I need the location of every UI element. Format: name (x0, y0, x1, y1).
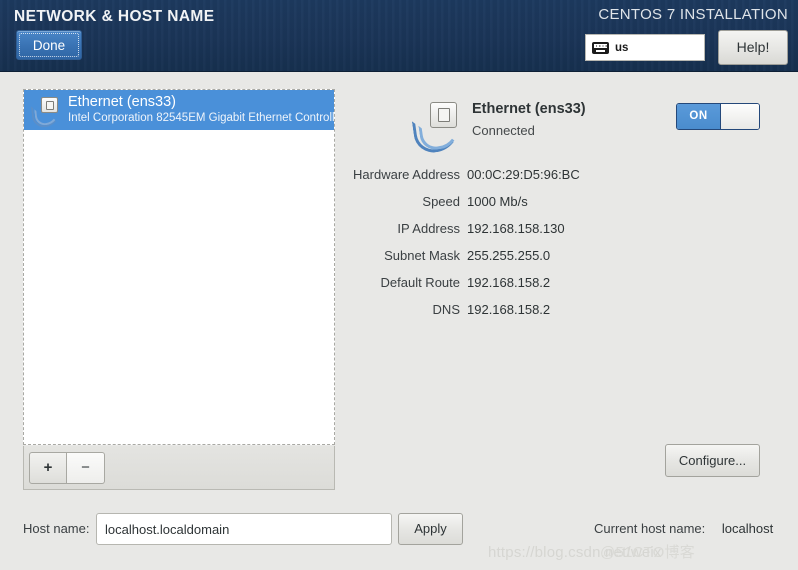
ethernet-icon (411, 102, 464, 156)
current-hostname-label: Current host name: (594, 521, 706, 536)
detail-label: Hardware Address (353, 167, 460, 182)
watermark: https://blog.csdn.net/weix @51CTO博客 (488, 541, 695, 562)
detail-label: Speed (422, 194, 460, 209)
done-button-label: Done (32, 38, 66, 53)
toggle-knob (720, 104, 759, 129)
keyboard-icon (592, 41, 609, 54)
help-button[interactable]: Help! (718, 30, 788, 65)
detail-label: IP Address (397, 221, 460, 236)
detail-label: DNS (432, 302, 460, 317)
watermark-secondary: @51CTO博客 (600, 544, 695, 561)
list-item-description: Intel Corporation 82545EM Gigabit Ethern… (68, 112, 334, 124)
detail-value: 00:0C:29:D5:96:BC (467, 167, 580, 182)
help-button-label: Help! (736, 39, 770, 55)
detail-value: 192.168.158.2 (467, 275, 551, 290)
table-row: Speed 1000 Mb/s (350, 188, 680, 215)
configure-button[interactable]: Configure... (665, 444, 760, 477)
detail-value: 192.168.158.2 (467, 302, 551, 317)
table-row: Default Route 192.168.158.2 (350, 269, 680, 296)
app-header: NETWORK & HOST NAME CENTOS 7 INSTALLATIO… (0, 0, 798, 72)
hostname-label: Host name: (23, 521, 90, 536)
configure-button-label: Configure... (678, 453, 747, 468)
list-item-name: Ethernet (ens33) (68, 94, 177, 110)
toggle-on-label: ON (677, 104, 720, 129)
add-device-button[interactable]: + (29, 451, 67, 484)
apply-button-label: Apply (414, 521, 447, 536)
detail-value: 192.168.158.130 (467, 221, 565, 236)
detail-label: Subnet Mask (384, 248, 460, 263)
table-row: DNS 192.168.158.2 (350, 296, 680, 323)
watermark-primary: https://blog.csdn.net/weix (488, 544, 662, 561)
device-power-toggle[interactable]: ON (676, 103, 760, 130)
ethernet-icon (30, 96, 62, 129)
hostname-input[interactable] (96, 513, 392, 545)
current-hostname-value: localhost (721, 521, 774, 536)
table-row: Subnet Mask 255.255.255.0 (350, 242, 680, 269)
table-row: Hardware Address 00:0C:29:D5:96:BC (350, 161, 680, 188)
detail-value: 255.255.255.0 (467, 248, 551, 263)
current-hostname: Current host name: localhost (594, 521, 773, 536)
device-status: Connected (472, 123, 535, 138)
done-button[interactable]: Done (16, 30, 82, 60)
apply-button[interactable]: Apply (398, 513, 463, 545)
detail-value: 1000 Mb/s (467, 194, 528, 209)
network-device-list[interactable]: Ethernet (ens33) Intel Corporation 82545… (23, 89, 335, 445)
device-details-table: Hardware Address 00:0C:29:D5:96:BC Speed… (350, 161, 680, 323)
remove-device-button[interactable]: − (67, 451, 105, 484)
keyboard-layout-label: us (615, 41, 629, 54)
page-title: NETWORK & HOST NAME (14, 8, 215, 25)
device-name: Ethernet (ens33) (472, 101, 586, 117)
list-item[interactable]: Ethernet (ens33) Intel Corporation 82545… (24, 90, 334, 130)
table-row: IP Address 192.168.158.130 (350, 215, 680, 242)
keyboard-layout-indicator[interactable]: us (585, 34, 705, 61)
network-list-toolbar: + − (23, 446, 335, 490)
installation-label: CENTOS 7 INSTALLATION (598, 6, 788, 23)
detail-label: Default Route (380, 275, 461, 290)
device-detail-header: Ethernet (ens33) Connected (411, 100, 586, 156)
